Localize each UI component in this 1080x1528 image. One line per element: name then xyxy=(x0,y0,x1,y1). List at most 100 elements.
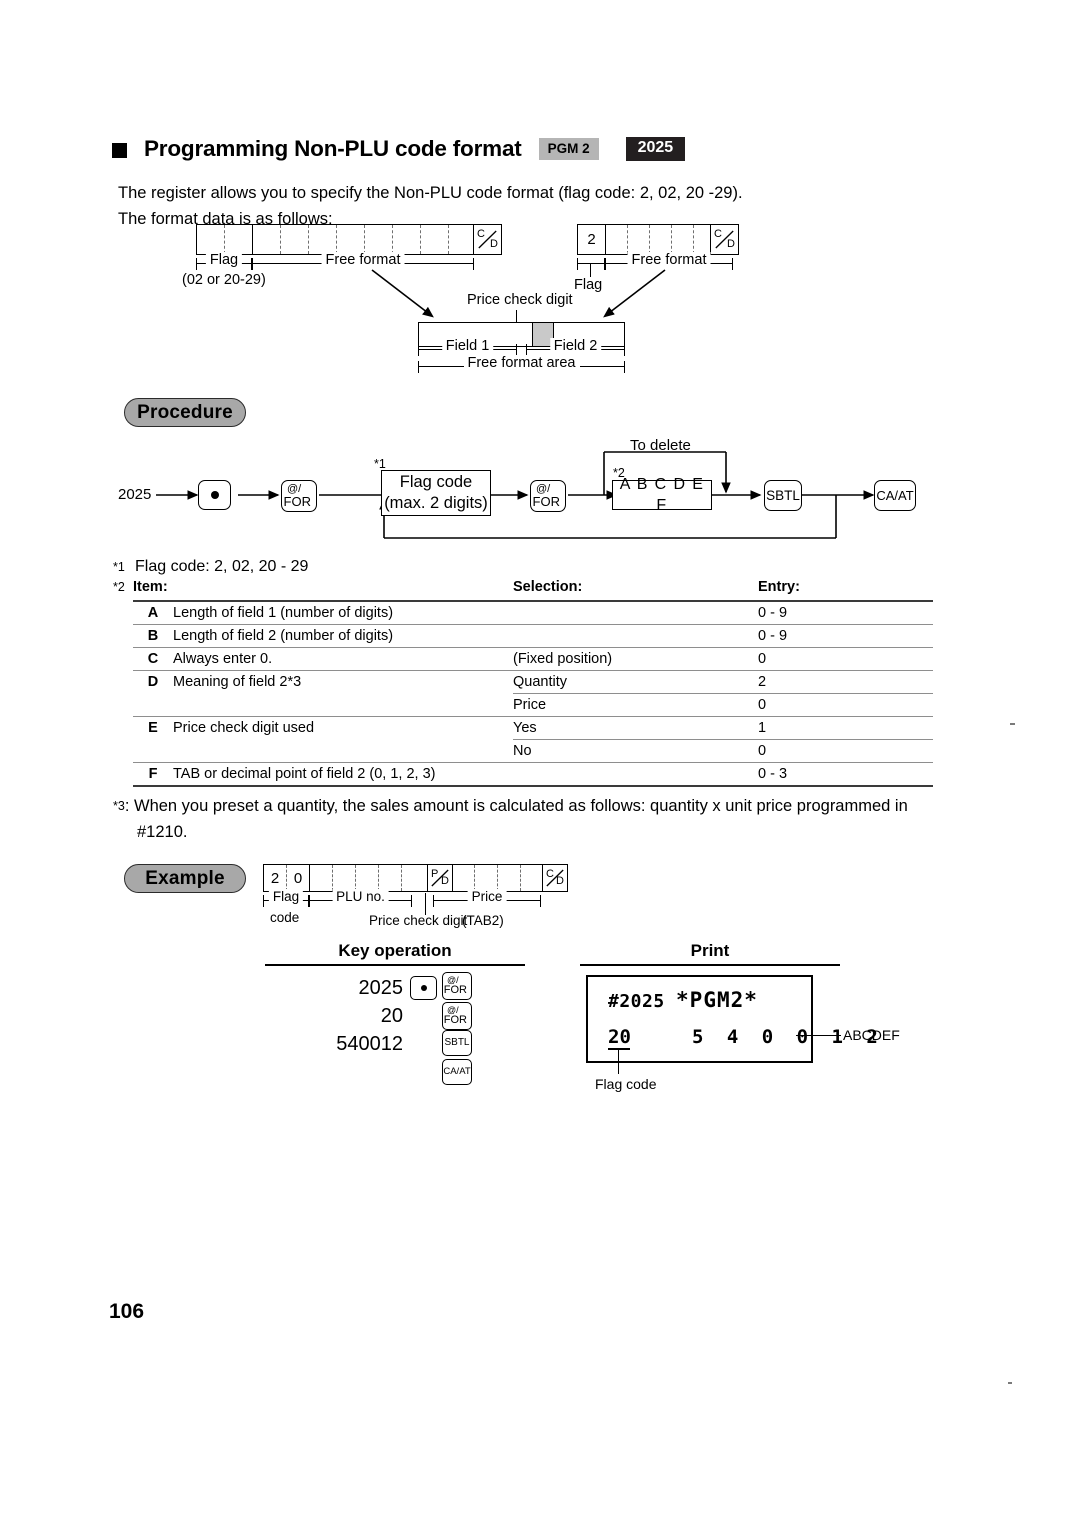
check-digit-cell-example: C D xyxy=(542,865,567,891)
key-decimal-point[interactable] xyxy=(198,480,231,510)
footnote-3-marker: *3 xyxy=(113,799,125,813)
example-flag-digit-1: 2 xyxy=(264,865,287,891)
row-letter: C xyxy=(147,651,159,667)
key-sbtl[interactable]: SBTL xyxy=(764,480,802,511)
row-selection xyxy=(513,763,758,787)
label-price-check-digit: Price check digit xyxy=(467,292,573,308)
flag-code-box-line1: Flag code xyxy=(399,473,473,491)
keyop-key-for-1-bottom: FOR xyxy=(443,984,467,996)
keyop-key-sbtl[interactable]: SBTL xyxy=(442,1030,472,1056)
price-check-digit-cell-example: P D xyxy=(427,865,452,891)
row-selection: (Fixed position) xyxy=(513,651,613,667)
page-number: 106 xyxy=(109,1300,145,1323)
print-rule xyxy=(580,964,840,966)
check-digit-cell-box2: C D xyxy=(710,225,738,254)
keyop-key-decimal[interactable] xyxy=(410,976,437,1000)
note2-marker: *2 xyxy=(113,580,125,594)
slash-icon xyxy=(715,230,734,249)
example-pill: Example xyxy=(124,864,246,893)
footnote-3-line1: : When you preset a quantity, the sales … xyxy=(124,797,908,815)
row-entry: 0 - 9 xyxy=(758,605,788,621)
check-digit-cell-box1: C D xyxy=(473,225,501,254)
leader-example-pcd xyxy=(425,893,427,915)
format-box-2: 2 C D xyxy=(577,224,739,255)
row-letter xyxy=(133,740,173,763)
row-desc: TAB or decimal point of field 2 (0, 1, 2… xyxy=(173,766,436,782)
key-at-for-1[interactable]: @/ FOR xyxy=(281,480,317,512)
leader-abcdef xyxy=(796,1035,841,1037)
slash-icon xyxy=(478,230,497,249)
example-format-box: 2 0 P D C D xyxy=(263,864,568,892)
keyop-key-at-for-1[interactable]: @/ FOR xyxy=(442,972,472,1000)
format-box-1: C D xyxy=(196,224,502,255)
key-ca-at[interactable]: CA/AT xyxy=(874,480,916,511)
row-entry: 2 xyxy=(758,670,933,694)
to-delete-label: To delete xyxy=(630,437,691,454)
keyop-key-ca-at[interactable]: CA/AT xyxy=(442,1059,472,1085)
table-header-item: Item: xyxy=(133,579,168,595)
intro-line-1: The register allows you to specify the N… xyxy=(118,184,743,202)
measure-example-price: Price xyxy=(433,889,541,907)
measure-example-plu: PLU no. xyxy=(309,889,412,907)
measure-example-flag: Flag xyxy=(263,889,309,907)
page-heading: Programming Non-PLU code format PGM 2 20… xyxy=(112,136,686,162)
row-letter: E xyxy=(148,720,158,737)
footnote-3: *3: When you preset a quantity, the sale… xyxy=(113,793,943,845)
key-at-for-2-bottom: FOR xyxy=(532,494,560,509)
badge-mode: PGM 2 xyxy=(538,138,599,160)
label-freeformat-box2: Free format xyxy=(627,252,711,268)
row-selection: Quantity xyxy=(513,670,758,694)
table-row: C Always enter 0. (Fixed position) 0 xyxy=(133,648,933,671)
row-entry: 0 - 3 xyxy=(758,766,788,782)
flag-code-box-line2: (max. 2 digits) xyxy=(384,494,488,512)
keyop-key-at-for-2[interactable]: @/ FOR xyxy=(442,1002,472,1030)
slash-icon xyxy=(546,869,564,887)
row-selection xyxy=(513,625,758,648)
flag-digit-box2: 2 xyxy=(578,225,606,254)
print-line-2-flag: 20 xyxy=(608,1026,631,1048)
row-selection xyxy=(513,601,758,625)
selection-table: Item: Selection: Entry: A Length of fiel… xyxy=(133,576,933,787)
row-desc: Length of field 1 (number of digits) xyxy=(173,605,394,621)
row-entry: 0 - 9 xyxy=(758,628,788,644)
row-entry: 0 xyxy=(758,651,767,667)
row-letter: A xyxy=(147,605,159,621)
example-flag-digit-2: 0 xyxy=(287,865,310,891)
label-flag-range-box1: (02 or 20-29) xyxy=(182,272,266,288)
abcdef-box-label: A B C D E F xyxy=(619,476,705,514)
row-desc: Length of field 2 (number of digits) xyxy=(173,628,394,644)
keyop-key-sbtl-label: SBTL xyxy=(444,1037,470,1048)
row-entry: 0 xyxy=(758,697,767,713)
measure-flag-box1: Flag xyxy=(196,252,252,270)
row-desc xyxy=(173,740,513,763)
print-line-1-code: #2025 xyxy=(608,991,665,1012)
key-at-for-2[interactable]: @/ FOR xyxy=(530,480,566,512)
table-row: B Length of field 2 (number of digits) 0… xyxy=(133,625,933,648)
label-example-price: Price xyxy=(467,889,507,904)
table-header-entry: Entry: xyxy=(758,579,800,595)
print-line-1-mode: *PGM2* xyxy=(676,988,758,1012)
callout-abcdef: ABCDEF xyxy=(843,1027,900,1043)
row-letter xyxy=(133,694,173,717)
row-letter: B xyxy=(147,628,159,644)
note1-text: Flag code: 2, 02, 20 - 29 xyxy=(135,558,309,575)
table-header-row: Item: Selection: Entry: xyxy=(133,576,933,599)
abcdef-box: A B C D E F xyxy=(612,476,712,514)
label-field2: Field 2 xyxy=(549,338,602,354)
row-letter: D xyxy=(147,674,159,691)
dot-icon xyxy=(420,985,427,991)
label-example-tab2: (TAB2) xyxy=(462,913,504,928)
flag-code-box: Flag code (max. 2 digits) xyxy=(381,470,491,516)
bullet-square-icon xyxy=(112,142,127,158)
label-free-format-area: Free format area xyxy=(463,355,580,371)
row-desc xyxy=(173,694,513,717)
row-desc: Price check digit used xyxy=(173,720,315,737)
table-row: E Price check digit used Yes 1 xyxy=(133,716,933,740)
table-row: D Meaning of field 2*3 Quantity 2 xyxy=(133,670,933,694)
row-desc: Meaning of field 2*3 xyxy=(173,674,302,691)
print-line-1: #2025 *PGM2* xyxy=(608,988,758,1012)
keyop-value-1: 2025 xyxy=(358,977,404,999)
label-example-plu: PLU no. xyxy=(332,889,389,904)
label-field1: Field 1 xyxy=(441,338,494,354)
key-at-for-1-bottom: FOR xyxy=(283,494,311,509)
